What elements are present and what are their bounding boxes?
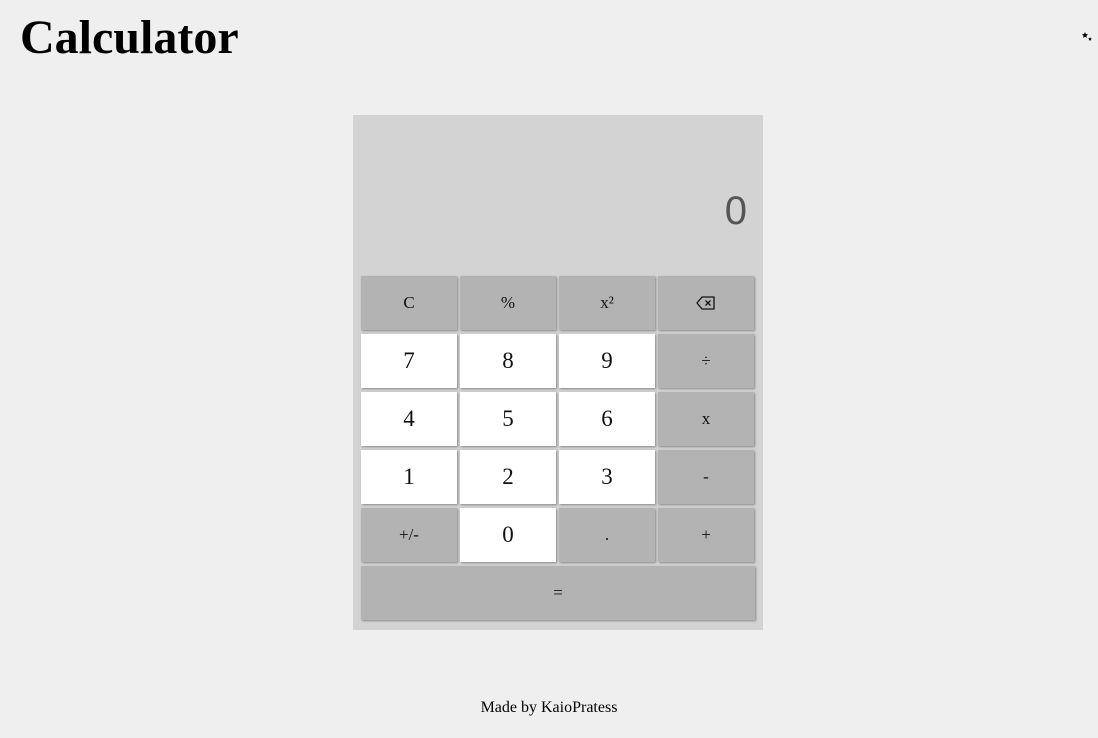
decimal-button[interactable]: .: [559, 508, 655, 562]
digit-1-button[interactable]: 1: [361, 450, 457, 504]
equals-button[interactable]: =: [361, 566, 755, 620]
digit-5-button[interactable]: 5: [460, 392, 556, 446]
digit-6-button[interactable]: 6: [559, 392, 655, 446]
percent-button[interactable]: %: [460, 276, 556, 330]
add-button[interactable]: +: [658, 508, 754, 562]
digit-9-button[interactable]: 9: [559, 334, 655, 388]
digit-4-button[interactable]: 4: [361, 392, 457, 446]
backspace-icon: [696, 296, 715, 310]
display: 0: [353, 115, 763, 273]
clear-button[interactable]: C: [361, 276, 457, 330]
calculator: 0 C % x² 7 8 9 ÷ 4 5 6 x 1 2 3 - +/- 0 .…: [353, 115, 763, 630]
subtract-button[interactable]: -: [658, 450, 754, 504]
square-button[interactable]: x²: [559, 276, 655, 330]
footer-credit: Made by KaioPratess: [480, 699, 618, 716]
digit-7-button[interactable]: 7: [361, 334, 457, 388]
moon-stars-icon: [1075, 25, 1092, 47]
display-value: 0: [724, 189, 747, 233]
digit-8-button[interactable]: 8: [460, 334, 556, 388]
digit-0-button[interactable]: 0: [460, 508, 556, 562]
backspace-button[interactable]: [658, 276, 754, 330]
negate-button[interactable]: +/-: [361, 508, 457, 562]
theme-toggle-button[interactable]: [1068, 23, 1098, 49]
digit-2-button[interactable]: 2: [460, 450, 556, 504]
multiply-button[interactable]: x: [658, 392, 754, 446]
digit-3-button[interactable]: 3: [559, 450, 655, 504]
divide-button[interactable]: ÷: [658, 334, 754, 388]
page-title: Calculator: [20, 11, 239, 64]
